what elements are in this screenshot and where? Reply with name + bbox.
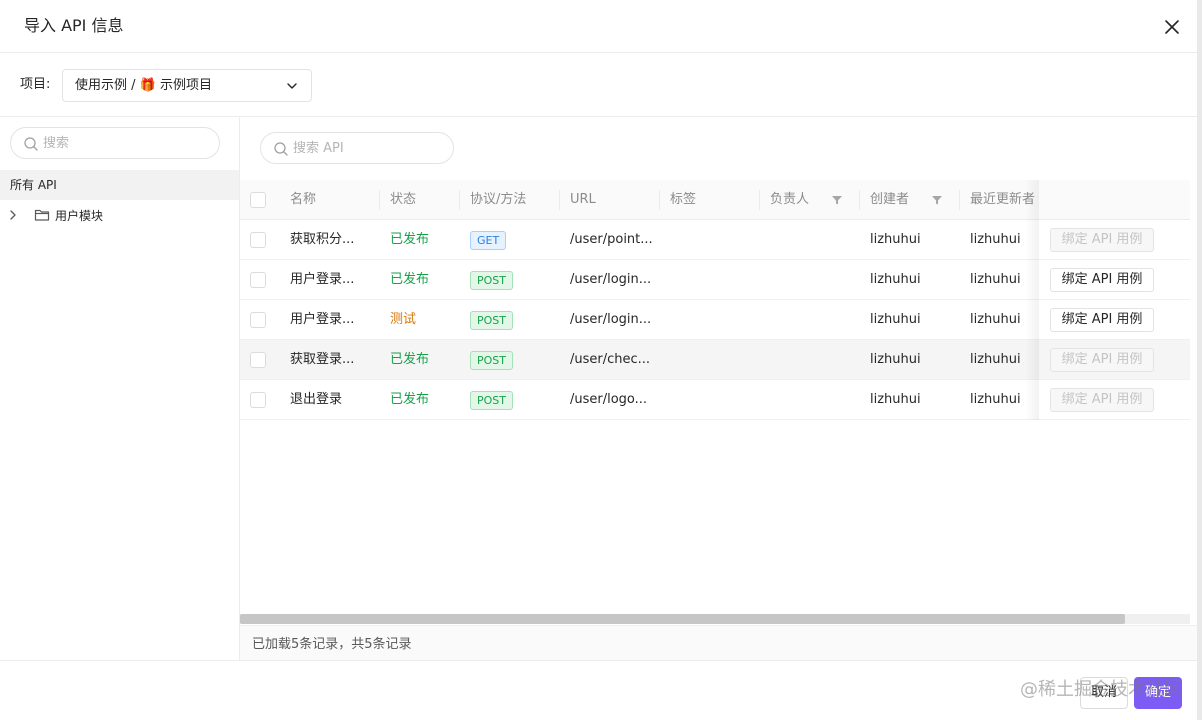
api-updater: lizhuhui [970,272,1021,287]
api-updater: lizhuhui [970,352,1021,367]
table-row[interactable]: 退出登录 已发布 POST /user/logo... lizhuhui liz… [240,380,1190,420]
horizontal-scrollbar[interactable] [240,614,1190,624]
modal-header: 导入 API 信息 [0,0,1202,53]
method-badge: POST [470,351,513,370]
api-url: /user/login... [570,312,652,327]
tree-item-all-api-label: 所有 API [10,178,57,192]
api-name: 获取登录... [290,352,355,367]
row-checkbox[interactable] [250,352,266,368]
column-divider [759,190,760,210]
column-divider [459,190,460,210]
column-header-method: 协议/方法 [470,192,527,207]
table-row[interactable]: 获取登录... 已发布 POST /user/chec... lizhuhui … [240,340,1190,380]
select-all-checkbox[interactable] [250,192,266,208]
record-count-bar: 已加载5条记录，共5条记录 [240,625,1202,660]
import-api-modal: 导入 API 信息 项目: 使用示例 / 🎁 示例项目 搜索 所有 API 用户… [0,0,1202,720]
column-header-tags: 标签 [670,192,697,207]
filter-icon[interactable] [931,194,943,206]
method-badge: POST [470,271,513,290]
bind-api-case-button[interactable]: 绑定 API 用例 [1050,308,1154,332]
status-badge: 已发布 [390,232,430,247]
api-name: 用户登录... [290,312,355,327]
column-divider [379,190,380,210]
folder-icon [34,209,50,221]
api-table: 名称 状态 协议/方法 URL 标签 负责人 创建者 最近更新者 获取积分...… [240,180,1190,420]
search-icon [24,137,38,151]
tree-search-placeholder: 搜索 [43,136,70,151]
bind-api-case-button[interactable]: 绑定 API 用例 [1050,268,1154,292]
api-url: /user/point... [570,232,653,247]
api-name: 退出登录 [290,392,343,407]
record-count-text: 已加载5条记录，共5条记录 [252,637,412,652]
row-checkbox[interactable] [250,272,266,288]
api-search-placeholder: 搜索 API [293,141,344,156]
tree-item-all-api[interactable]: 所有 API [0,170,239,200]
method-badge: GET [470,231,507,250]
status-badge: 已发布 [390,392,430,407]
project-label: 项目: [20,77,51,92]
column-divider [959,190,960,210]
api-tree-panel: 搜索 所有 API 用户模块 [0,117,240,660]
api-updater: lizhuhui [970,232,1021,247]
column-divider [559,190,560,210]
api-name: 用户登录... [290,272,355,287]
api-name: 获取积分... [290,232,355,247]
api-creator: lizhuhui [870,232,921,247]
chevron-right-icon[interactable] [7,209,19,221]
row-checkbox[interactable] [250,232,266,248]
column-header-status: 状态 [390,192,417,207]
column-divider [859,190,860,210]
status-badge: 已发布 [390,272,430,287]
column-header-updater: 最近更新者 [970,192,1036,207]
tree-item-user-module[interactable]: 用户模块 [0,201,239,231]
confirm-button[interactable]: 确定 [1134,677,1182,709]
table-row[interactable]: 用户登录... 已发布 POST /user/login... lizhuhui… [240,260,1190,300]
api-list-panel: 搜索 API 名称 状态 协议/方法 URL 标签 负责人 创建者 最近更新者 … [240,117,1202,660]
api-creator: lizhuhui [870,392,921,407]
status-badge: 测试 [390,312,417,327]
bind-api-case-button[interactable]: 绑定 API 用例 [1050,348,1154,372]
search-icon [274,142,288,156]
project-select-value: 使用示例 / 🎁 示例项目 [75,78,212,93]
row-checkbox[interactable] [250,312,266,328]
column-header-owner: 负责人 [770,192,810,207]
window-edge [1197,0,1202,720]
column-header-name: 名称 [290,192,317,207]
column-header-creator: 创建者 [870,192,910,207]
api-creator: lizhuhui [870,272,921,287]
api-url: /user/login... [570,272,652,287]
bind-api-case-button[interactable]: 绑定 API 用例 [1050,388,1154,412]
bind-api-case-button[interactable]: 绑定 API 用例 [1050,228,1154,252]
table-row[interactable]: 获取积分... 已发布 GET /user/point... lizhuhui … [240,220,1190,260]
close-icon[interactable] [1160,15,1184,39]
api-updater: lizhuhui [970,312,1021,327]
api-creator: lizhuhui [870,312,921,327]
chevron-down-icon [287,83,297,89]
column-header-url: URL [570,192,596,207]
api-url: /user/logo... [570,392,648,407]
modal-footer: 取消 确定 @稀土掘金技术社区 [0,660,1202,720]
api-creator: lizhuhui [870,352,921,367]
api-url: /user/chec... [570,352,651,367]
method-badge: POST [470,391,513,410]
api-search-input[interactable]: 搜索 API [260,132,454,164]
project-row: 项目: 使用示例 / 🎁 示例项目 [0,53,1202,117]
cancel-button[interactable]: 取消 [1080,677,1128,709]
api-updater: lizhuhui [970,392,1021,407]
row-checkbox[interactable] [250,392,266,408]
method-badge: POST [470,311,513,330]
filter-icon[interactable] [831,194,843,206]
table-row[interactable]: 用户登录... 测试 POST /user/login... lizhuhui … [240,300,1190,340]
status-badge: 已发布 [390,352,430,367]
modal-title: 导入 API 信息 [24,16,124,35]
tree-item-user-module-label: 用户模块 [55,209,104,223]
column-divider [659,190,660,210]
table-header: 名称 状态 协议/方法 URL 标签 负责人 创建者 最近更新者 [240,180,1190,220]
scrollbar-thumb[interactable] [240,614,1125,624]
tree-search-input[interactable]: 搜索 [10,127,220,159]
project-select[interactable]: 使用示例 / 🎁 示例项目 [62,69,312,102]
